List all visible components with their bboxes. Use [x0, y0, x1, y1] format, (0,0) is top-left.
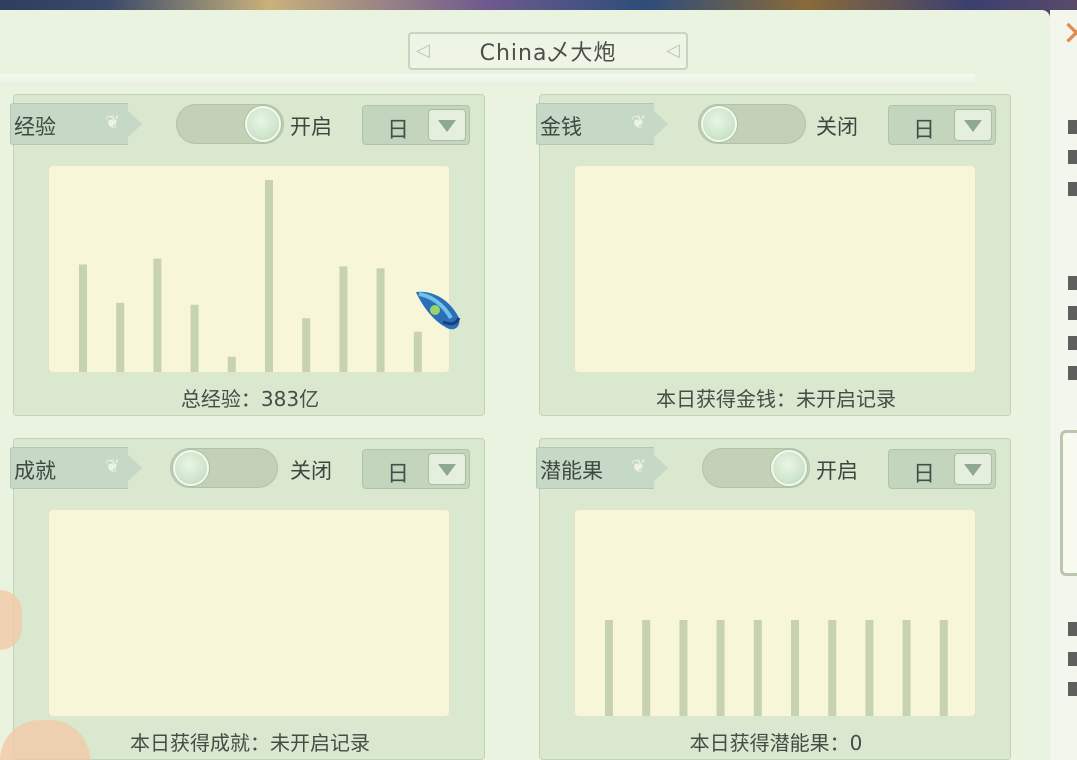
money-period-value: 日: [913, 118, 936, 143]
window-title: China乄大炮: [479, 41, 617, 66]
chart-bar: [227, 356, 236, 372]
potential-chart-svg: [605, 620, 948, 716]
chart-bar: [413, 331, 422, 372]
potential-label: 潜能果: [540, 459, 603, 483]
exp-label: 经验: [14, 115, 56, 139]
exp-period-value: 日: [387, 118, 410, 143]
exp-toggle[interactable]: [176, 104, 284, 144]
potential-toggle-label: 开启: [816, 459, 858, 483]
chevron-down-icon[interactable]: [954, 453, 992, 485]
achievement-toggle-label: 关闭: [290, 459, 332, 483]
money-toggle[interactable]: [698, 104, 806, 144]
exp-toggle-label: 开启: [290, 115, 332, 139]
chart-bar: [828, 620, 837, 716]
exp-caption: 总经验：383亿: [180, 387, 320, 411]
chart-bar: [116, 302, 125, 372]
money-caption: 本日获得金钱：未开启记录: [656, 387, 896, 411]
achievement-toggle[interactable]: [170, 448, 278, 488]
chart-bar: [190, 304, 199, 372]
achievement-period-select[interactable]: 日: [362, 449, 470, 489]
chart-bar: [902, 620, 911, 716]
potential-caption: 本日获得潜能果：0: [689, 731, 863, 755]
chevron-down-icon[interactable]: [428, 453, 466, 485]
chart-bar: [605, 620, 613, 716]
toggle-knob: [173, 450, 209, 486]
potential-tag: ❦ 潜能果: [536, 447, 676, 489]
potential-toggle[interactable]: [702, 448, 810, 488]
chevron-down-icon[interactable]: [428, 109, 466, 141]
potential-period-value: 日: [913, 462, 936, 487]
exp-period-select[interactable]: 日: [362, 105, 470, 145]
chart-bar: [302, 318, 311, 372]
chart-bar: [376, 268, 385, 372]
money-panel: ❦ 金钱 关闭 日 本日获得金钱：未开启记录: [536, 94, 1011, 416]
stats-window: ◁ China乄大炮 ◁ ❦ 经验 开启 日 总经验：383亿 ❦ 金钱 关闭 …: [0, 10, 1050, 760]
right-side-panel: [1050, 10, 1077, 760]
potential-chart: [574, 509, 976, 717]
swirl-ornament-icon: ❦: [631, 456, 647, 477]
chart-bar: [642, 620, 651, 716]
title-ornament-right: ◁: [666, 40, 680, 61]
achievement-chart: [48, 509, 450, 717]
title-ornament-left: ◁: [416, 40, 430, 61]
chart-bar: [265, 180, 273, 372]
chart-bar: [716, 620, 725, 716]
title-bar: [0, 74, 975, 86]
exp-panel: ❦ 经验 开启 日 总经验：383亿: [10, 94, 485, 416]
chevron-down-icon[interactable]: [954, 109, 992, 141]
chart-bar: [153, 258, 162, 372]
potential-panel: ❦ 潜能果 开启 日 本日获得潜能果：0: [536, 438, 1011, 760]
achievement-panel: ❦ 成就 关闭 日 本日获得成就：未开启记录: [10, 438, 485, 760]
chart-bar: [339, 266, 348, 372]
money-toggle-label: 关闭: [816, 115, 858, 139]
exp-tag: ❦ 经验: [10, 103, 150, 145]
swirl-ornament-icon: ❦: [105, 456, 121, 477]
toggle-knob: [245, 106, 281, 142]
chart-bar: [679, 620, 688, 716]
toggle-knob: [701, 106, 737, 142]
achievement-tag: ❦ 成就: [10, 447, 150, 489]
chart-bar: [939, 620, 948, 716]
exp-chart-svg: [79, 180, 422, 372]
swirl-ornament-icon: ❦: [105, 112, 121, 133]
chart-bar: [865, 620, 874, 716]
potential-period-select[interactable]: 日: [888, 449, 996, 489]
chart-bar: [753, 620, 762, 716]
side-frame: [1060, 430, 1077, 576]
chart-bar: [791, 620, 799, 716]
money-period-select[interactable]: 日: [888, 105, 996, 145]
chart-bar: [79, 264, 87, 372]
exp-chart: [48, 165, 450, 373]
window-title-plate: ◁ China乄大炮 ◁: [408, 32, 688, 70]
money-tag: ❦ 金钱: [536, 103, 676, 145]
close-icon[interactable]: ✕: [1062, 14, 1077, 54]
leaf-cursor-icon: [416, 291, 461, 330]
achievement-label: 成就: [14, 459, 56, 483]
money-chart: [574, 165, 976, 373]
achievement-period-value: 日: [387, 462, 410, 487]
money-label: 金钱: [540, 115, 582, 139]
swirl-ornament-icon: ❦: [631, 112, 647, 133]
toggle-knob: [771, 450, 807, 486]
